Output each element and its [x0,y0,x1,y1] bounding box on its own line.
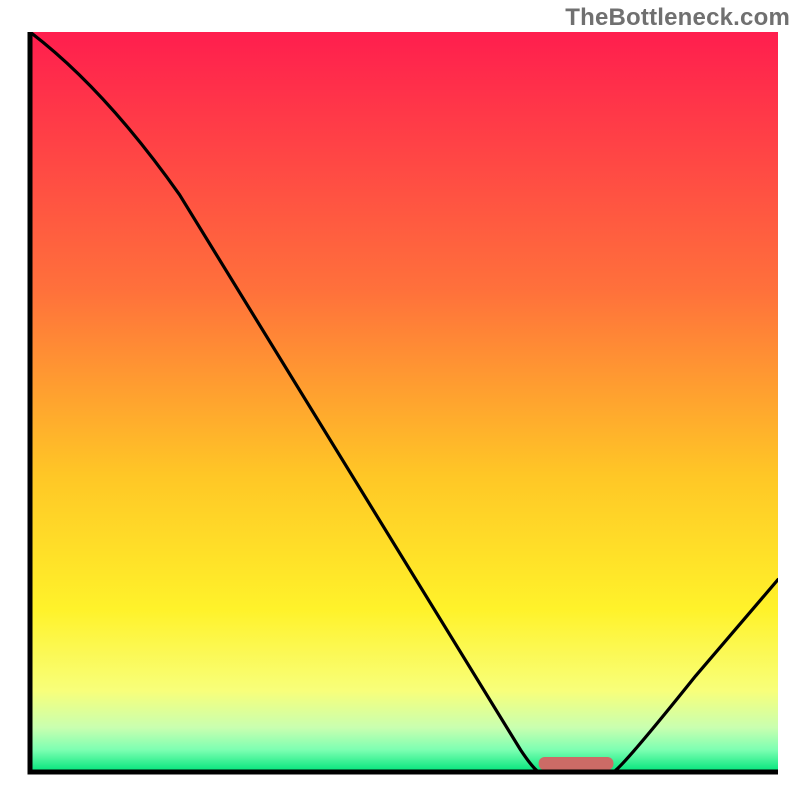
plot-area [22,32,778,780]
watermark-text: TheBottleneck.com [565,4,790,32]
chart-container: TheBottleneck.com [0,0,800,800]
optimum-marker [539,757,614,770]
bottleneck-chart-svg [22,32,778,780]
